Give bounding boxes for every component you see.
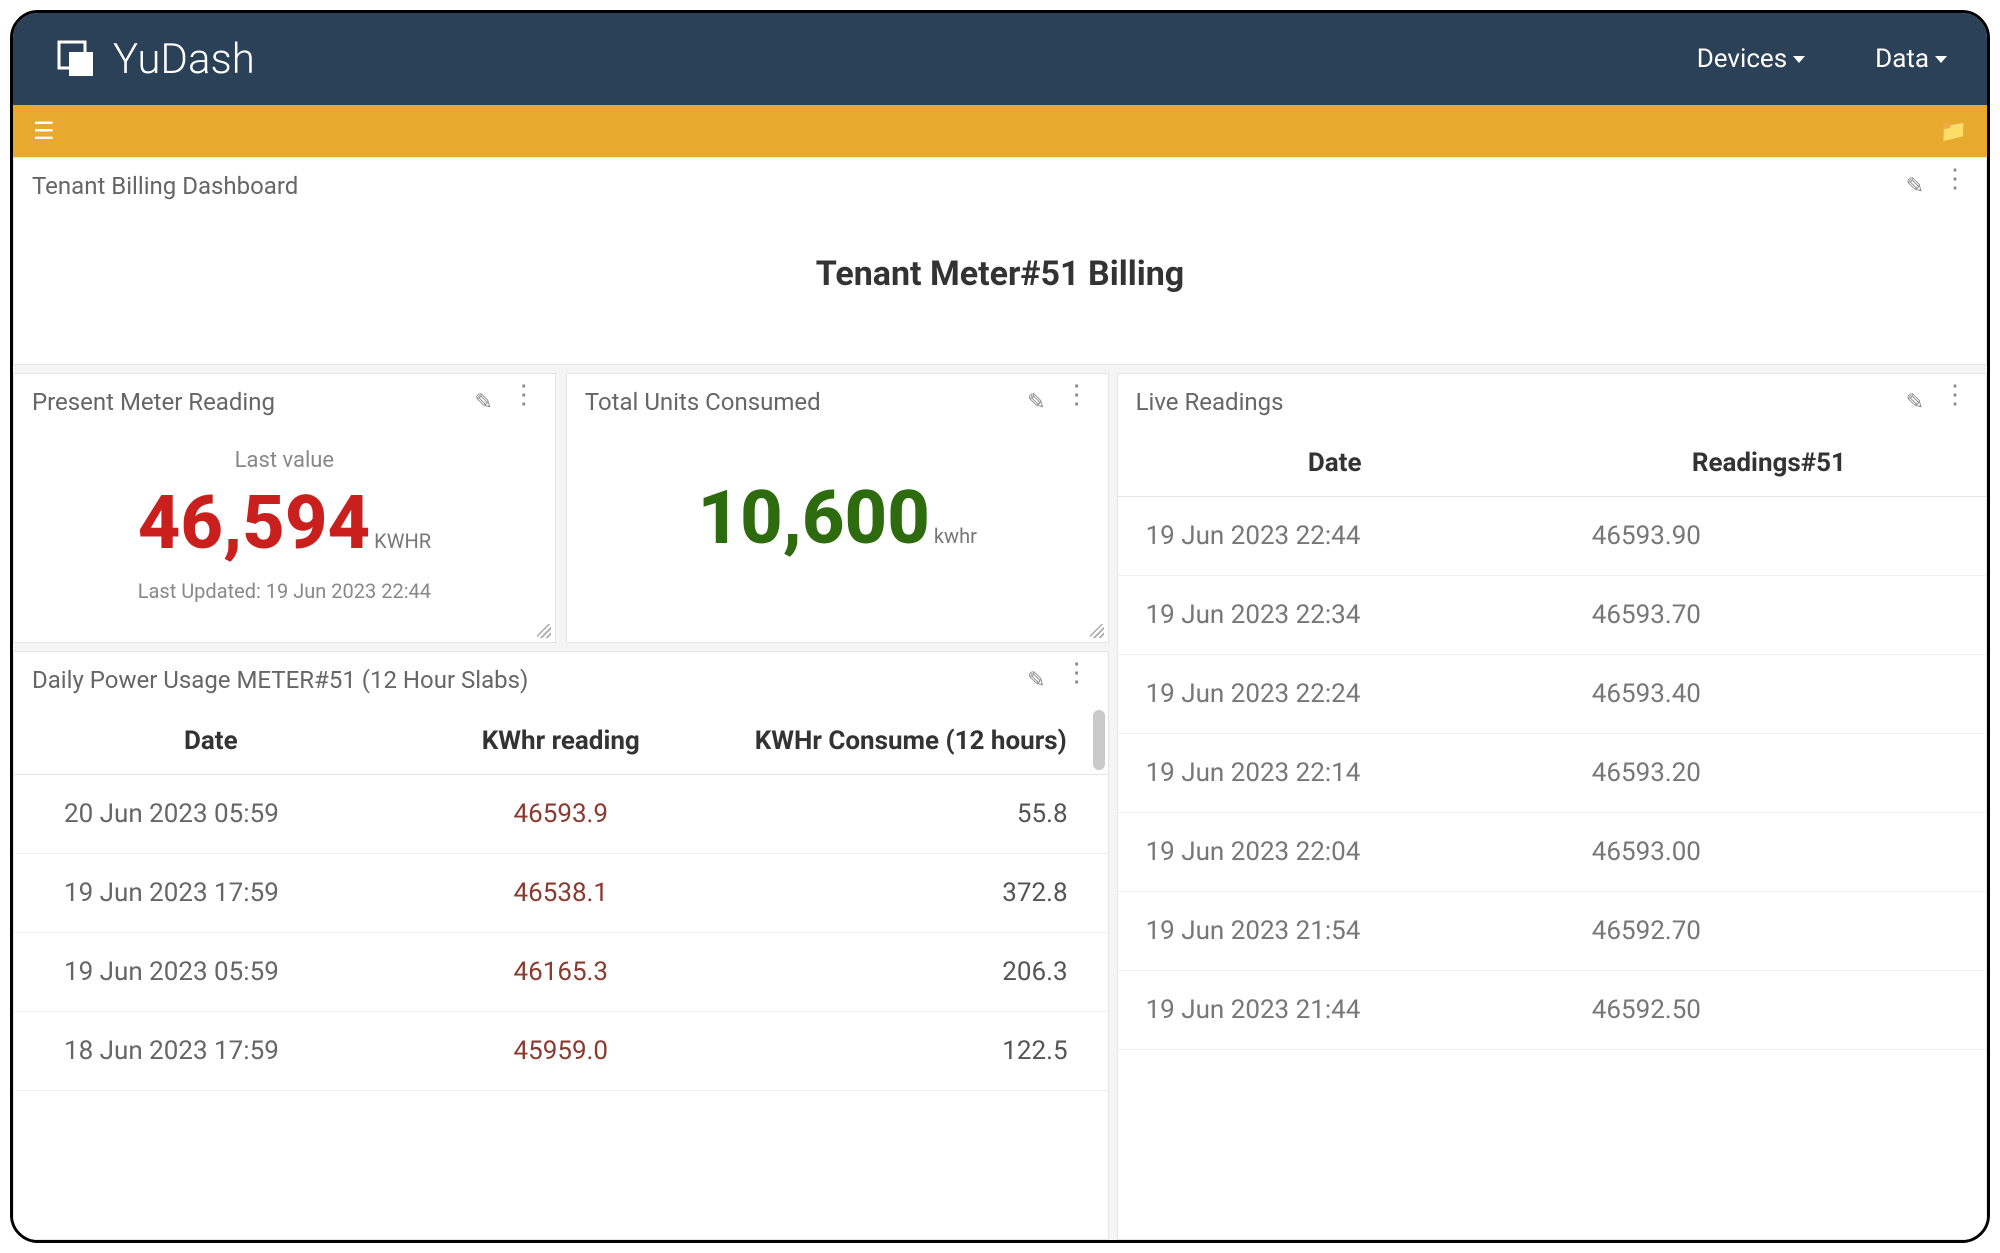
cell-date: 19 Jun 2023 22:24 (1118, 655, 1552, 734)
total-units-card: Total Units Consumed 10,600kwhr (566, 373, 1109, 643)
resize-handle-icon[interactable] (537, 624, 551, 638)
cell-reading: 46592.50 (1552, 971, 1986, 1050)
cell-reading: 46593.20 (1552, 734, 1986, 813)
table-row: 19 Jun 2023 21:5446592.70 (1118, 892, 1986, 971)
edit-icon[interactable] (1906, 174, 1924, 199)
cell-reading: 45959.0 (408, 1012, 714, 1091)
present-reading-value: 46,594KWHR (34, 487, 535, 561)
dashboard-title-label: Tenant Billing Dashboard (32, 172, 298, 200)
table-row: 18 Jun 2023 17:5945959.0122.5 (14, 1012, 1108, 1091)
cell-date: 19 Jun 2023 22:34 (1118, 576, 1552, 655)
cell-reading: 46592.70 (1552, 892, 1986, 971)
cell-reading: 46593.00 (1552, 813, 1986, 892)
live-readings-table: Date Readings#51 19 Jun 2023 22:4446593.… (1118, 430, 1986, 1050)
cell-date: 20 Jun 2023 05:59 (14, 775, 408, 854)
total-units-title: Total Units Consumed (585, 388, 821, 416)
table-row: 19 Jun 2023 22:4446593.90 (1118, 497, 1986, 576)
chevron-down-icon (1935, 56, 1947, 63)
table-row: 19 Jun 2023 21:4446592.50 (1118, 971, 1986, 1050)
table-row: 20 Jun 2023 05:5946593.955.8 (14, 775, 1108, 854)
main-heading: Tenant Meter#51 Billing (14, 254, 1986, 294)
table-row: 19 Jun 2023 22:1446593.20 (1118, 734, 1986, 813)
more-vertical-icon[interactable] (511, 390, 537, 415)
cell-consume: 122.5 (714, 1012, 1108, 1091)
live-readings-panel: Live Readings Date Readings#51 (1117, 373, 1987, 1240)
resize-handle-icon[interactable] (1090, 624, 1104, 638)
cell-reading: 46165.3 (408, 933, 714, 1012)
total-units-value: 10,600kwhr (587, 482, 1088, 556)
table-row: 19 Jun 2023 05:5946165.3206.3 (14, 933, 1108, 1012)
col-date: Date (14, 708, 408, 775)
cell-reading: 46593.70 (1552, 576, 1986, 655)
top-navbar: YuDash Devices Data (13, 13, 1987, 105)
present-reading-number: 46,594 (138, 480, 370, 567)
cell-reading: 46593.40 (1552, 655, 1986, 734)
more-vertical-icon[interactable] (1942, 390, 1968, 415)
edit-icon[interactable] (1027, 390, 1045, 415)
cell-reading: 46538.1 (408, 854, 714, 933)
col-reading: KWhr reading (408, 708, 714, 775)
col-reading: Readings#51 (1552, 430, 1986, 497)
more-vertical-icon[interactable] (1064, 390, 1090, 415)
nav-right: Devices Data (1697, 44, 1947, 74)
brand-logo-icon (53, 36, 99, 82)
cell-date: 18 Jun 2023 17:59 (14, 1012, 408, 1091)
col-date: Date (1118, 430, 1552, 497)
cell-date: 19 Jun 2023 21:54 (1118, 892, 1552, 971)
nav-devices[interactable]: Devices (1697, 44, 1805, 74)
table-row: 19 Jun 2023 22:0446593.00 (1118, 813, 1986, 892)
present-reading-unit: KWHR (374, 529, 431, 553)
sub-toolbar: ☰ 📁 (13, 105, 1987, 157)
dashboard-title-panel: Tenant Billing Dashboard Tenant Meter#51… (13, 157, 1987, 365)
edit-icon[interactable] (1906, 390, 1924, 415)
cell-date: 19 Jun 2023 22:44 (1118, 497, 1552, 576)
more-vertical-icon[interactable] (1064, 668, 1090, 693)
cell-date: 19 Jun 2023 22:14 (1118, 734, 1552, 813)
table-row: 19 Jun 2023 17:5946538.1372.8 (14, 854, 1108, 933)
table-row: 19 Jun 2023 22:2446593.40 (1118, 655, 1986, 734)
cell-date: 19 Jun 2023 22:04 (1118, 813, 1552, 892)
table-row: 19 Jun 2023 22:3446593.70 (1118, 576, 1986, 655)
cell-reading: 46593.9 (408, 775, 714, 854)
live-readings-title: Live Readings (1136, 388, 1284, 416)
table-header-row: Date KWhr reading KWHr Consume (12 hours… (14, 708, 1108, 775)
nav-data-label: Data (1875, 44, 1929, 74)
scrollbar-thumb[interactable] (1093, 710, 1105, 770)
cell-date: 19 Jun 2023 17:59 (14, 854, 408, 933)
col-consume: KWHr Consume (12 hours) (714, 708, 1108, 775)
present-reading-title: Present Meter Reading (32, 388, 275, 416)
present-meter-reading-card: Present Meter Reading Last value 46,594K… (13, 373, 556, 643)
edit-icon[interactable] (474, 390, 492, 415)
cell-reading: 46593.90 (1552, 497, 1986, 576)
table-header-row: Date Readings#51 (1118, 430, 1986, 497)
cell-consume: 55.8 (714, 775, 1108, 854)
present-reading-subtitle: Last value (34, 448, 535, 473)
more-vertical-icon[interactable] (1942, 174, 1968, 199)
daily-usage-table: Date KWhr reading KWHr Consume (12 hours… (14, 708, 1108, 1091)
nav-data[interactable]: Data (1875, 44, 1947, 74)
toolbar-right-icon[interactable]: 📁 (1940, 119, 1967, 144)
total-units-unit: kwhr (934, 524, 977, 548)
total-units-number: 10,600 (697, 475, 929, 562)
cell-consume: 372.8 (714, 854, 1108, 933)
present-reading-last-updated: Last Updated: 19 Jun 2023 22:44 (34, 579, 535, 603)
nav-devices-label: Devices (1697, 44, 1787, 74)
cell-date: 19 Jun 2023 21:44 (1118, 971, 1552, 1050)
cell-date: 19 Jun 2023 05:59 (14, 933, 408, 1012)
cell-consume: 206.3 (714, 933, 1108, 1012)
edit-icon[interactable] (1027, 668, 1045, 693)
daily-usage-panel: Daily Power Usage METER#51 (12 Hour Slab… (13, 651, 1109, 1240)
menu-hamburger-icon[interactable]: ☰ (33, 117, 55, 145)
daily-usage-title: Daily Power Usage METER#51 (12 Hour Slab… (32, 666, 528, 694)
brand[interactable]: YuDash (53, 35, 255, 84)
brand-name: YuDash (113, 35, 255, 84)
chevron-down-icon (1793, 56, 1805, 63)
